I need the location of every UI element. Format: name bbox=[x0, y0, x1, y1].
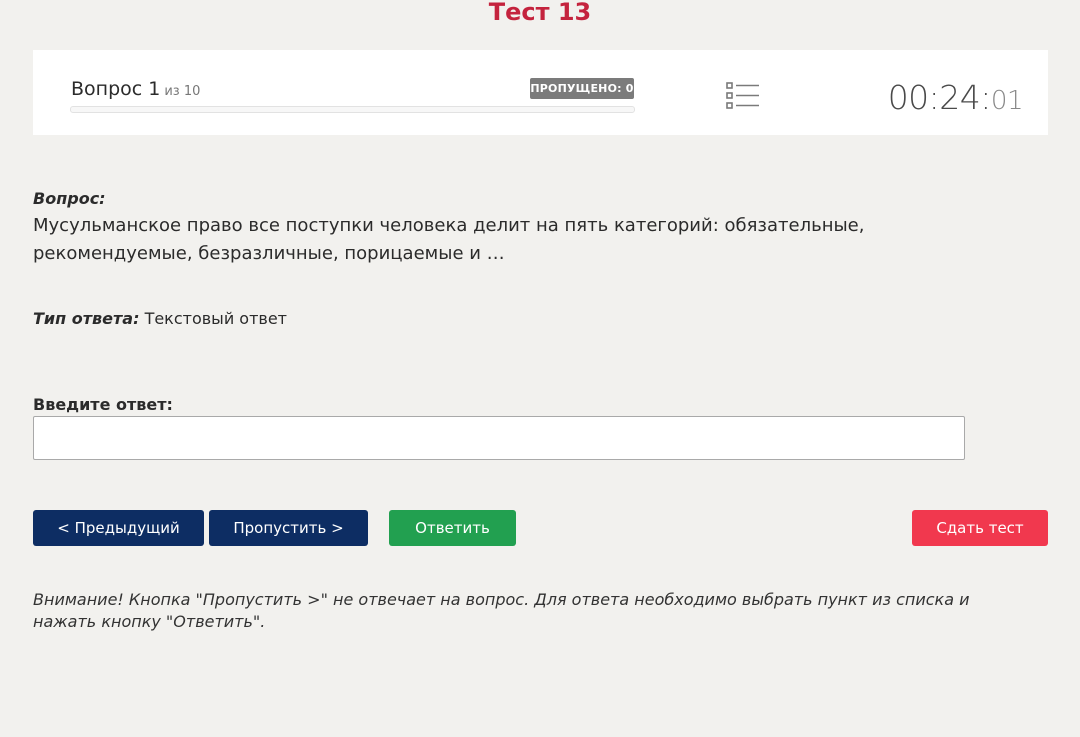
answer-input-label: Введите ответ: bbox=[33, 395, 173, 414]
timer-seconds: 01 bbox=[990, 86, 1024, 116]
question-total: из 10 bbox=[164, 84, 201, 99]
page-title: Тест 13 bbox=[488, 0, 592, 26]
submit-test-button[interactable]: Сдать тест bbox=[912, 510, 1048, 546]
countdown-timer: 00:24:01 bbox=[887, 78, 1024, 117]
previous-button[interactable]: < Предыдущий bbox=[33, 510, 204, 546]
question-text: Мусульманское право все поступки человек… bbox=[33, 215, 865, 264]
skip-button[interactable]: Пропустить > bbox=[209, 510, 368, 546]
answer-button[interactable]: Ответить bbox=[389, 510, 516, 546]
skip-warning-notice: Внимание! Кнопка "Пропустить >" не отвеч… bbox=[33, 590, 970, 631]
question-label: Вопрос: bbox=[33, 189, 106, 208]
answer-type-row: Тип ответа: Текстовый ответ bbox=[33, 309, 287, 328]
progress-bar bbox=[70, 106, 635, 113]
answer-input[interactable] bbox=[33, 416, 965, 460]
timer-main: 00:24: bbox=[887, 78, 992, 117]
question-number: Вопрос 1 bbox=[71, 78, 161, 100]
answer-type-value: Текстовый ответ bbox=[144, 309, 287, 328]
test-header-panel: Вопрос 1 из 10 ПРОПУЩЕНО: 0 00:24:01 bbox=[33, 50, 1048, 135]
answer-type-label: Тип ответа: bbox=[33, 309, 140, 328]
question-list-icon bbox=[726, 82, 759, 109]
question-list-button[interactable] bbox=[723, 80, 763, 114]
question-counter: Вопрос 1 из 10 bbox=[71, 78, 200, 100]
skipped-badge: ПРОПУЩЕНО: 0 bbox=[530, 78, 634, 99]
